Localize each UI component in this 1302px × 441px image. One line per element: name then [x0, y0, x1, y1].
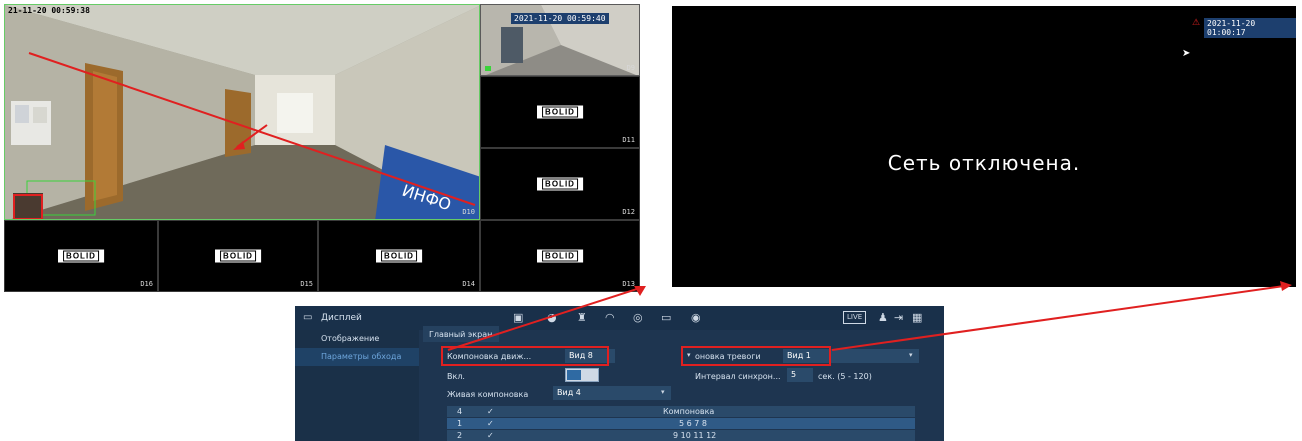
arrow-head-right [1280, 281, 1292, 291]
arrow-head-left [634, 286, 646, 296]
annotation-arrows [447, 281, 1292, 351]
